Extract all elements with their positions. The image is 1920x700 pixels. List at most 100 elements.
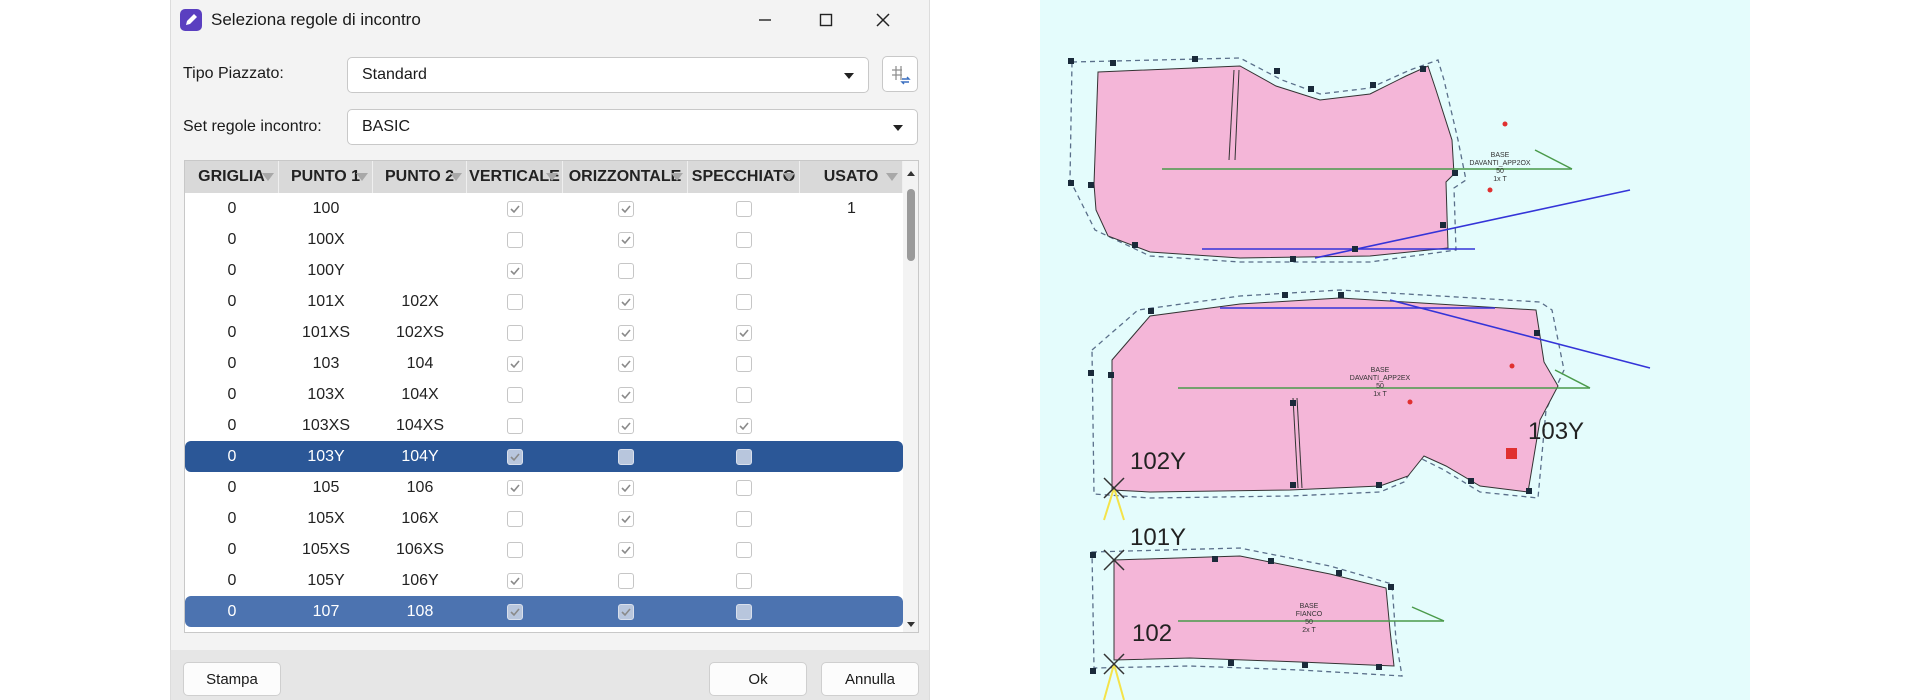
scroll-down-icon[interactable] bbox=[907, 622, 915, 627]
orizzontale-checkbox[interactable] bbox=[617, 572, 634, 589]
specchiato-checkbox[interactable] bbox=[736, 231, 752, 248]
orizzontale-checkbox[interactable] bbox=[617, 231, 634, 248]
table-row[interactable]: 0 103Y 104Y bbox=[185, 441, 903, 472]
cell-punto1: 103XS bbox=[301, 416, 351, 434]
verticale-checkbox[interactable] bbox=[507, 200, 523, 217]
table-row[interactable]: 0 100 1 bbox=[185, 193, 903, 224]
orizzontale-checkbox[interactable] bbox=[617, 603, 634, 620]
col-verticale[interactable]: VERTICALE bbox=[467, 161, 563, 193]
cell-usato bbox=[800, 441, 903, 472]
table-row[interactable]: 0 105XS 106XS bbox=[185, 534, 903, 565]
verticale-cell bbox=[467, 317, 563, 348]
verticale-checkbox[interactable] bbox=[507, 448, 523, 465]
orizzontale-checkbox[interactable] bbox=[617, 417, 634, 434]
table-row[interactable]: 0 105Y 106Y bbox=[185, 565, 903, 596]
table-row[interactable]: 0 100Y bbox=[185, 255, 903, 286]
cell-punto2: 104X bbox=[401, 385, 439, 403]
cell-usato bbox=[800, 255, 903, 286]
table-header: GRIGLIA PUNTO 1 PUNTO 2 VERTICALE ORIZZO… bbox=[185, 161, 903, 193]
minimize-button[interactable] bbox=[743, 4, 787, 36]
orizzontale-checkbox[interactable] bbox=[617, 293, 634, 310]
verticale-checkbox[interactable] bbox=[507, 355, 523, 372]
verticale-checkbox[interactable] bbox=[507, 231, 523, 248]
grid-swap-button[interactable] bbox=[882, 56, 918, 92]
specchiato-checkbox[interactable] bbox=[736, 572, 752, 589]
filter-icon[interactable] bbox=[356, 173, 368, 181]
table-scrollbar[interactable] bbox=[903, 161, 918, 632]
filter-icon[interactable] bbox=[783, 173, 795, 181]
verticale-checkbox[interactable] bbox=[507, 510, 523, 527]
specchiato-checkbox[interactable] bbox=[736, 603, 752, 620]
maximize-button[interactable] bbox=[804, 4, 848, 36]
table-row[interactable]: 0 105X 106X bbox=[185, 503, 903, 534]
scroll-thumb[interactable] bbox=[907, 189, 915, 261]
verticale-checkbox[interactable] bbox=[507, 386, 523, 403]
orizzontale-checkbox[interactable] bbox=[617, 324, 634, 341]
col-specchiato[interactable]: SPECCHIATO bbox=[688, 161, 800, 193]
cell-punto2: 106X bbox=[401, 509, 439, 527]
pattern-canvas[interactable]: BASE DAVANTI_APP2OX 50 1x T BASE DAVANTI_APP… bbox=[1040, 0, 1750, 700]
specchiato-checkbox[interactable] bbox=[736, 386, 752, 403]
stampa-button[interactable]: Stampa bbox=[183, 662, 281, 696]
verticale-checkbox[interactable] bbox=[507, 541, 523, 558]
chevron-down-icon bbox=[893, 125, 903, 131]
verticale-checkbox[interactable] bbox=[507, 572, 523, 589]
specchiato-checkbox[interactable] bbox=[736, 448, 752, 465]
table-row[interactable]: 0 101XS 102XS bbox=[185, 317, 903, 348]
filter-icon[interactable] bbox=[671, 173, 683, 181]
filter-icon[interactable] bbox=[546, 173, 558, 181]
tipo-piazzato-select[interactable]: Standard bbox=[347, 57, 869, 93]
orizzontale-checkbox[interactable] bbox=[617, 355, 634, 372]
col-punto1[interactable]: PUNTO 1 bbox=[279, 161, 373, 193]
col-griglia[interactable]: GRIGLIA bbox=[185, 161, 279, 193]
orizzontale-checkbox[interactable] bbox=[617, 386, 634, 403]
orizzontale-checkbox[interactable] bbox=[617, 262, 634, 279]
ok-button[interactable]: Ok bbox=[709, 662, 807, 696]
set-regole-label: Set regole incontro: bbox=[183, 118, 322, 135]
specchiato-checkbox[interactable] bbox=[736, 510, 752, 527]
table-row[interactable]: 0 107 108 bbox=[185, 596, 903, 627]
pattern-piece-davanti-1 bbox=[1093, 65, 1455, 259]
orizzontale-checkbox[interactable] bbox=[617, 200, 634, 217]
filter-icon[interactable] bbox=[886, 173, 898, 181]
filter-icon[interactable] bbox=[450, 173, 462, 181]
orizzontale-checkbox[interactable] bbox=[617, 479, 634, 496]
cell-punto1: 101XS bbox=[301, 323, 351, 341]
orizzontale-checkbox[interactable] bbox=[617, 541, 634, 558]
tipo-piazzato-label: Tipo Piazzato: bbox=[183, 65, 284, 82]
table-row[interactable]: 0 101X 102X bbox=[185, 286, 903, 317]
specchiato-cell bbox=[688, 286, 800, 317]
verticale-checkbox[interactable] bbox=[507, 417, 523, 434]
verticale-cell bbox=[467, 255, 563, 286]
close-button[interactable] bbox=[861, 4, 905, 36]
orizzontale-checkbox[interactable] bbox=[617, 510, 634, 527]
specchiato-checkbox[interactable] bbox=[736, 293, 752, 310]
annulla-button[interactable]: Annulla bbox=[821, 662, 919, 696]
specchiato-checkbox[interactable] bbox=[736, 417, 752, 434]
verticale-checkbox[interactable] bbox=[507, 603, 523, 620]
col-punto2[interactable]: PUNTO 2 bbox=[373, 161, 467, 193]
verticale-checkbox[interactable] bbox=[507, 262, 523, 279]
filter-icon[interactable] bbox=[262, 173, 274, 181]
specchiato-checkbox[interactable] bbox=[736, 479, 752, 496]
set-regole-select[interactable]: BASIC bbox=[347, 109, 918, 145]
table-row[interactable]: 0 100X bbox=[185, 224, 903, 255]
col-orizzontale[interactable]: ORIZZONTALE bbox=[563, 161, 688, 193]
col-usato[interactable]: USATO bbox=[800, 161, 903, 193]
specchiato-checkbox[interactable] bbox=[736, 541, 752, 558]
scroll-up-icon[interactable] bbox=[907, 171, 915, 176]
table-row[interactable]: 0 103X 104X bbox=[185, 379, 903, 410]
cell-punto2: 104XS bbox=[395, 416, 445, 434]
specchiato-cell bbox=[688, 379, 800, 410]
specchiato-checkbox[interactable] bbox=[736, 324, 752, 341]
specchiato-checkbox[interactable] bbox=[736, 355, 752, 372]
orizzontale-checkbox[interactable] bbox=[617, 448, 634, 465]
table-row[interactable]: 0 105 106 bbox=[185, 472, 903, 503]
verticale-checkbox[interactable] bbox=[507, 324, 523, 341]
specchiato-checkbox[interactable] bbox=[736, 262, 752, 279]
table-row[interactable]: 0 103XS 104XS bbox=[185, 410, 903, 441]
specchiato-checkbox[interactable] bbox=[736, 200, 752, 217]
verticale-checkbox[interactable] bbox=[507, 479, 523, 496]
verticale-checkbox[interactable] bbox=[507, 293, 523, 310]
table-row[interactable]: 0 103 104 bbox=[185, 348, 903, 379]
